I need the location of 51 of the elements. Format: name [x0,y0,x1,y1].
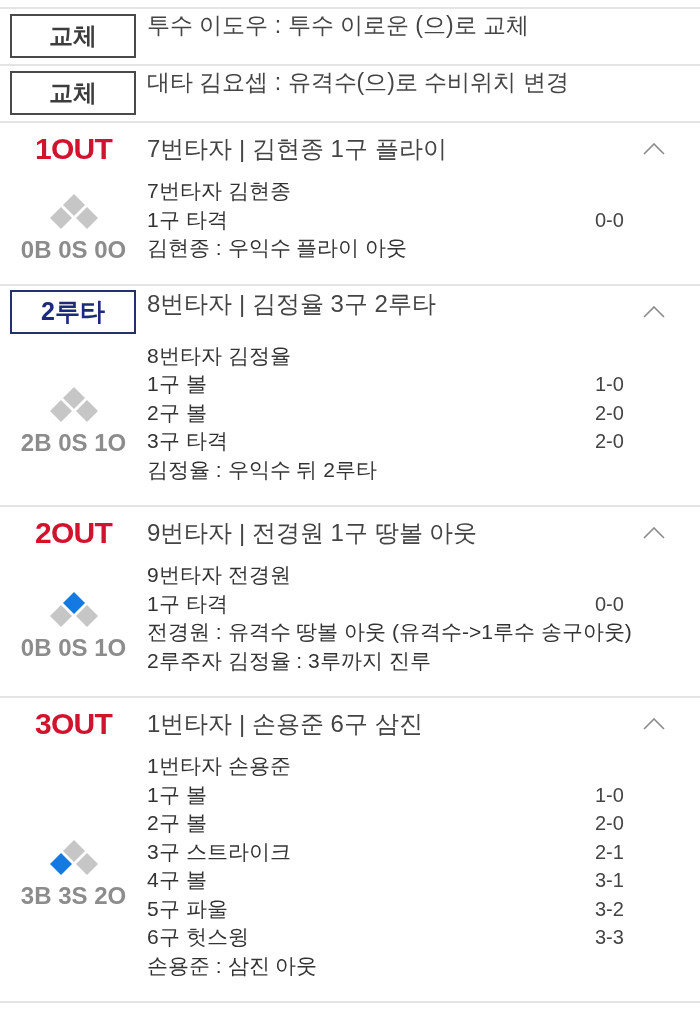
at-bat-title: 9번타자 | 전경원 1구 땅볼 아웃 [147,518,479,548]
chevron-up-icon[interactable] [643,718,665,730]
play-detail-text: 8번타자 김정율 [147,342,292,369]
event-badge: 교체 [10,14,136,58]
event-text: 대타 김요셉 : 유격수(으)로 수비위치 변경 [147,70,569,94]
pitch-count-text: 2-0 [595,400,625,426]
play-detail-text: 3구 스트라이크 [147,838,292,865]
event-text: 투수 이도우 : 투수 이로운 (으)로 교체 [147,13,530,37]
play-detail-text: 손용준 : 삼진 아웃 [147,952,319,979]
play-detail-text: 전경원 : 유격수 땅볼 아웃 (유격수->1루수 송구아웃) [147,619,633,645]
result-label: 2OUT [35,517,112,549]
at-bat-title: 1번타자 | 손용준 6구 삼진 [147,709,424,739]
pitch-count-text: 1-0 [595,372,625,397]
pitch-count-text: 3-1 [595,868,625,893]
result-badge: 2루타 [10,289,136,334]
at-bat-title: 7번타자 | 김현종 1구 플라이 [147,134,448,164]
pitch-count-text: 2-0 [595,429,625,454]
play-detail-text: 김정율 : 우익수 뒤 2루타 [147,456,378,483]
play-detail-text: 1번타자 손용준 [147,753,292,779]
play-detail-text: 2루주자 김정율 : 3루까지 진루 [147,647,432,674]
result-label: 1OUT [35,133,112,165]
play-detail-text: 2구 볼 [147,399,208,426]
play-detail-text: 김현종 : 우익수 플라이 아웃 [147,235,409,261]
play-detail-text: 4구 볼 [147,867,208,893]
pitch-count-text: 3-2 [595,896,625,922]
play-detail-text: 1구 타격 [147,206,229,233]
result-label: 3OUT [35,708,112,740]
pitch-count-text: 0-0 [595,207,625,233]
play-detail-text: 1구 볼 [147,371,208,397]
chevron-up-icon[interactable] [643,305,665,318]
play-detail-text: 6구 헛스윙 [147,924,250,950]
play-detail-text: 2구 볼 [147,810,208,836]
ball-strike-out-text: 0B 0S 1O [20,637,127,659]
pitch-count-text: 1-0 [595,782,625,808]
chevron-up-icon[interactable] [643,527,665,539]
pitch-count-text: 2-0 [595,811,625,836]
play-detail-text: 3구 타격 [147,428,229,454]
pitch-count-text: 2-1 [595,839,625,865]
play-detail-text: 1구 타격 [147,590,229,617]
ball-strike-out-text: 3B 3S 2O [20,885,127,907]
at-bat-title: 8번타자 | 김정율 3구 2루타 [147,289,437,318]
play-detail-text: 9번타자 전경원 [147,562,292,588]
pitch-count-text: 3-3 [595,925,625,950]
pitch-count-text: 0-0 [595,591,625,617]
ball-strike-out-text: 0B 0S 0O [20,238,127,261]
play-detail-text: 7번타자 김현종 [147,178,292,204]
ball-strike-out-text: 2B 0S 1O [20,431,127,454]
event-badge: 교체 [10,71,136,115]
chevron-up-icon[interactable] [643,143,665,155]
play-detail-text: 5구 파울 [147,895,229,922]
play-detail-text: 1구 볼 [147,781,208,808]
